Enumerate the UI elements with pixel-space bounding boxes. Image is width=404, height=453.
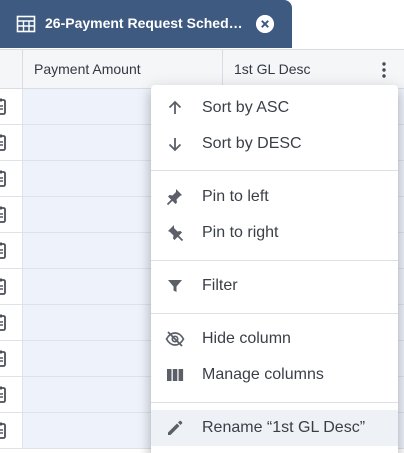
close-circle-icon[interactable] [256, 15, 274, 33]
clipboard-icon[interactable] [0, 206, 6, 223]
menu-divider [151, 170, 398, 171]
menu-item-filter[interactable]: Filter [151, 268, 398, 304]
menu-item-sort-desc[interactable]: Sort by DESC [151, 126, 398, 162]
clipboard-icon[interactable] [0, 242, 6, 259]
menu-item-label: Sort by DESC [202, 135, 302, 152]
row-action-cell[interactable] [0, 161, 23, 196]
screen: 26-Payment Request Sched… Payment Amount… [0, 0, 404, 453]
menu-item-label: Hide column [202, 330, 291, 347]
menu-item-manage-columns[interactable]: Manage columns [151, 357, 398, 393]
clipboard-icon[interactable] [0, 170, 6, 187]
row-action-cell[interactable] [0, 413, 23, 448]
more-vertical-icon[interactable] [376, 61, 392, 79]
menu-item-hide-column[interactable]: Hide column [151, 321, 398, 357]
menu-item-label: Manage columns [202, 366, 324, 383]
menu-divider [151, 260, 398, 261]
menu-item-label: Sort by ASC [202, 99, 290, 116]
menu-item-pin-left[interactable]: Pin to left [151, 179, 398, 215]
clipboard-icon[interactable] [0, 386, 6, 403]
row-action-cell[interactable] [0, 377, 23, 412]
tab-title: 26-Payment Request Sched… [45, 15, 243, 31]
arrow-down-icon [168, 138, 182, 152]
clipboard-icon[interactable] [0, 422, 6, 439]
row-action-cell[interactable] [0, 89, 23, 124]
pencil-icon [168, 420, 183, 435]
table-icon [16, 15, 36, 33]
clipboard-icon[interactable] [0, 350, 6, 367]
column-header-label: 1st GL Desc [234, 61, 311, 77]
row-action-cell[interactable] [0, 125, 23, 160]
row-action-cell[interactable] [0, 233, 23, 268]
pin-right-icon [168, 225, 184, 242]
column-menu: Sort by ASC Sort by DESC Pin to left Pin… [151, 85, 398, 453]
row-action-cell[interactable] [0, 305, 23, 340]
tab-strip: 26-Payment Request Sched… [0, 0, 404, 48]
columns-icon [167, 369, 184, 381]
menu-item-label: Pin to right [202, 224, 279, 241]
menu-item-label: Filter [202, 277, 238, 294]
column-header-actions [0, 50, 23, 88]
row-action-cell[interactable] [0, 197, 23, 232]
eye-off-icon [165, 331, 185, 347]
filter-icon [168, 280, 182, 292]
row-action-cell[interactable] [0, 269, 23, 304]
menu-item-sort-asc[interactable]: Sort by ASC [151, 90, 398, 126]
clipboard-icon[interactable] [0, 314, 6, 331]
menu-item-rename-column[interactable]: Rename “1st GL Desc” [151, 410, 398, 446]
clipboard-icon[interactable] [0, 98, 6, 115]
menu-divider [151, 402, 398, 403]
clipboard-icon[interactable] [0, 278, 6, 295]
menu-divider [151, 313, 398, 314]
menu-item-pin-right[interactable]: Pin to right [151, 215, 398, 251]
menu-item-label: Rename “1st GL Desc” [202, 419, 366, 436]
column-header-payment-amount[interactable]: Payment Amount [23, 50, 223, 88]
clipboard-icon[interactable] [0, 134, 6, 151]
tab-payment-request-schedule[interactable]: 26-Payment Request Sched… [0, 0, 292, 48]
pin-left-icon [166, 189, 182, 206]
row-action-cell[interactable] [0, 341, 23, 376]
menu-item-label: Pin to left [202, 188, 269, 205]
arrow-up-icon [168, 100, 182, 114]
grid-header: Payment Amount 1st GL Desc [0, 49, 404, 89]
column-header-label: Payment Amount [34, 61, 141, 77]
